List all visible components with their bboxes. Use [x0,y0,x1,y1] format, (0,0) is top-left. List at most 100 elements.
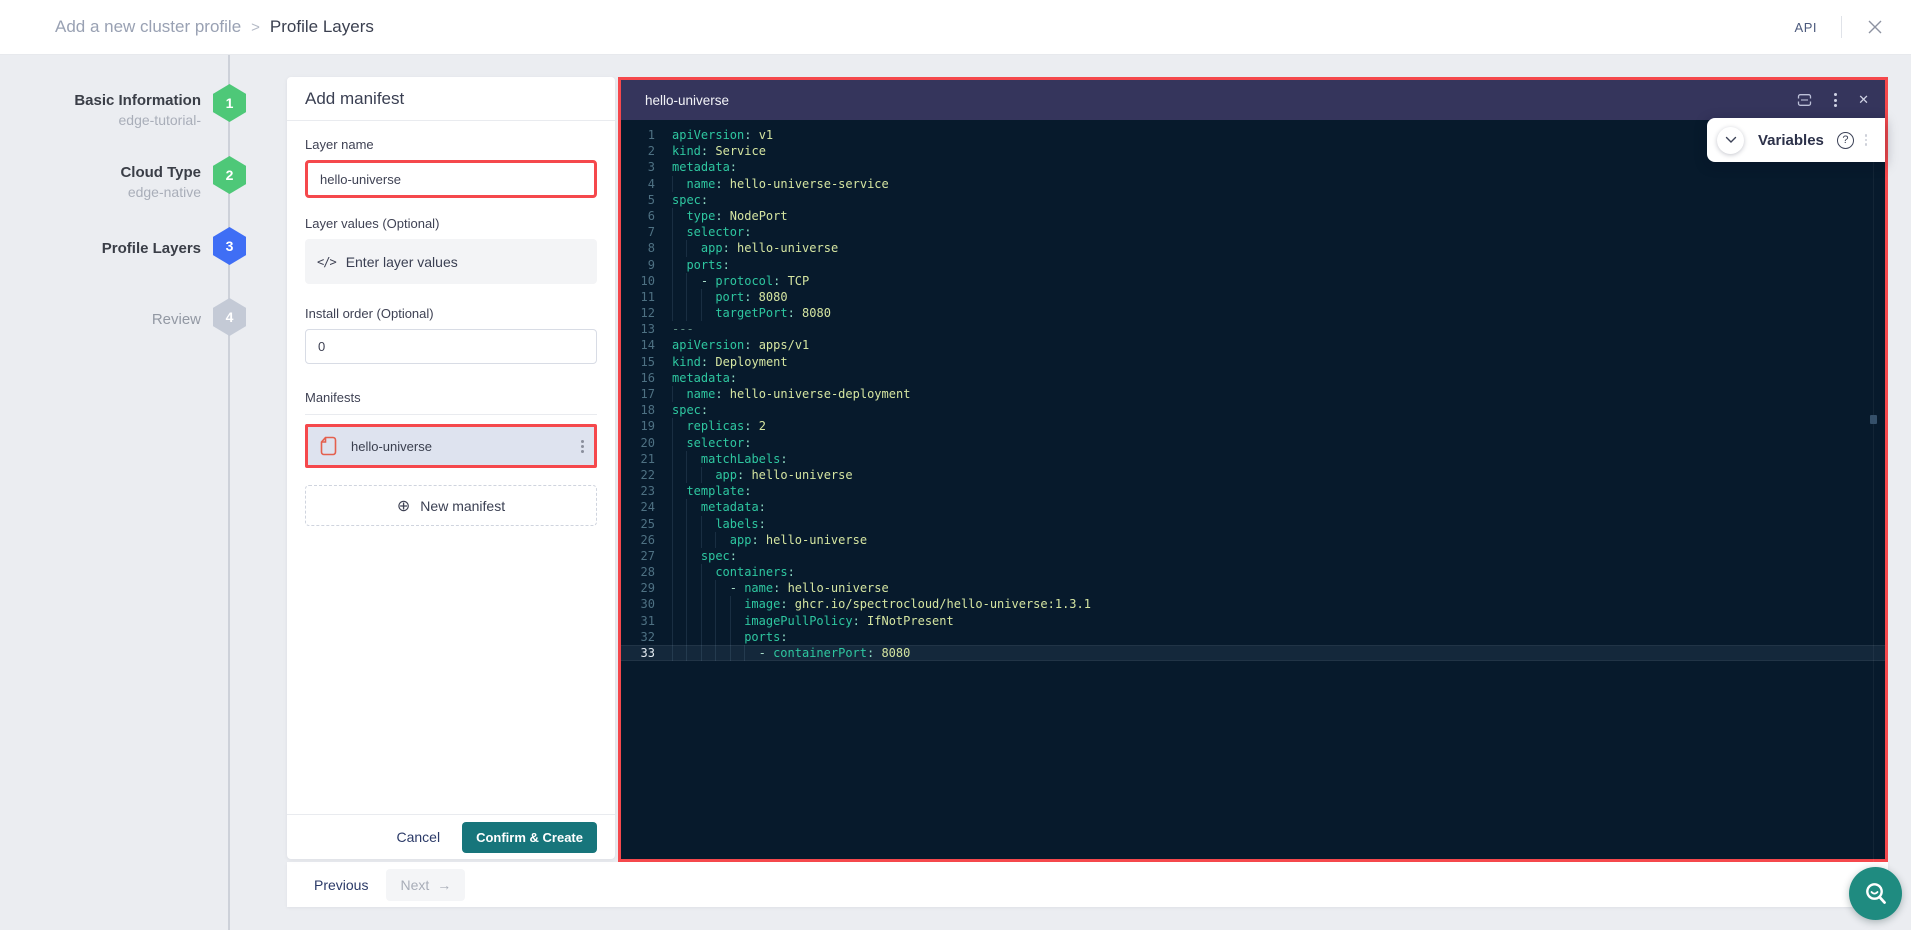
variables-help-icon[interactable]: ? [1837,132,1854,149]
code-line[interactable]: 2kind: Service [621,143,1885,159]
editor-scrollbar-track [1873,120,1874,862]
editor-close-icon[interactable]: ✕ [1858,92,1869,108]
line-number: 30 [621,596,655,612]
arrow-right-icon: → [437,877,451,893]
code-line[interactable]: 11 port: 8080 [621,289,1885,305]
code-line[interactable]: 18spec: [621,402,1885,418]
editor-scrollbar-thumb[interactable] [1870,415,1877,424]
install-order-label: Install order (Optional) [305,306,597,321]
install-order-input[interactable] [305,329,597,364]
line-number: 26 [621,532,655,548]
code-line[interactable]: 30 image: ghcr.io/spectrocloud/hello-uni… [621,596,1885,612]
line-number: 9 [621,257,655,273]
breadcrumb-separator-icon: > [251,19,260,36]
line-number: 5 [621,192,655,208]
code-line[interactable]: 16metadata: [621,370,1885,386]
line-number: 25 [621,516,655,532]
editor-menu-kebab-icon[interactable] [1834,93,1837,107]
next-label: Next [400,877,429,893]
panel-title: Add manifest [287,77,615,121]
breadcrumb-current: Profile Layers [270,17,374,37]
line-number: 15 [621,354,655,370]
header-divider [1841,16,1842,38]
manifest-item[interactable]: hello-universe [305,424,597,468]
code-line[interactable]: 20 selector: [621,435,1885,451]
api-toggle[interactable]: API [1795,20,1817,35]
code-line[interactable]: 33 - containerPort: 8080 [621,645,1885,661]
new-manifest-button[interactable]: ⊕ New manifest [305,485,597,526]
code-line[interactable]: 25 labels: [621,516,1885,532]
code-line[interactable]: 19 replicas: 2 [621,418,1885,434]
variables-collapse-chevron-icon[interactable] [1717,127,1744,154]
code-line[interactable]: 12 targetPort: 8080 [621,305,1885,321]
code-line[interactable]: 15kind: Deployment [621,354,1885,370]
code-line[interactable]: 10 - protocol: TCP [621,273,1885,289]
code-line[interactable]: 5spec: [621,192,1885,208]
step-number-badge: 3 [213,227,246,265]
code-line[interactable]: 24 metadata: [621,499,1885,515]
code-line[interactable]: 17 name: hello-universe-deployment [621,386,1885,402]
code-line[interactable]: 23 template: [621,483,1885,499]
code-line[interactable]: 27 spec: [621,548,1885,564]
manifest-name: hello-universe [351,439,432,454]
code-line[interactable]: 4 name: hello-universe-service [621,176,1885,192]
line-number: 10 [621,273,655,289]
collapse-panel-icon[interactable] [1796,93,1813,107]
yaml-code-area[interactable]: 1apiVersion: v12kind: Service3metadata:4… [621,120,1885,862]
line-number: 20 [621,435,655,451]
manifest-code-editor: hello-universe ✕ 1apiVersion: v12kind: S… [618,77,1888,862]
next-button[interactable]: Next → [386,869,465,901]
line-number: 19 [621,418,655,434]
code-line[interactable]: 29 - name: hello-universe [621,580,1885,596]
code-line[interactable]: 26 app: hello-universe [621,532,1885,548]
close-icon[interactable] [1866,18,1884,36]
plus-circle-icon: ⊕ [397,496,410,516]
wizard-nav-bar: Previous Next → [287,862,1888,907]
manifests-label: Manifests [305,390,597,405]
code-line[interactable]: 6 type: NodePort [621,208,1885,224]
breadcrumb: Add a new cluster profile > Profile Laye… [55,17,374,37]
step-sublabel: edge-tutorial- [11,111,201,130]
code-line[interactable]: 8 app: hello-universe [621,240,1885,256]
editor-title: hello-universe [645,93,729,108]
code-line[interactable]: 1apiVersion: v1 [621,127,1885,143]
confirm-create-button[interactable]: Confirm & Create [462,822,597,853]
manifest-panel-footer: Cancel Confirm & Create [287,814,615,859]
code-line[interactable]: 21 matchLabels: [621,451,1885,467]
layer-name-input[interactable] [305,160,597,198]
code-line[interactable]: 13--- [621,321,1885,337]
variables-kebab-icon[interactable] [1865,134,1868,146]
line-number: 32 [621,629,655,645]
code-line[interactable]: 3metadata: [621,159,1885,175]
enter-layer-values-button[interactable]: </> Enter layer values [305,239,597,284]
code-line[interactable]: 9 ports: [621,257,1885,273]
step-number-badge: 4 [213,298,246,336]
line-number: 11 [621,289,655,305]
code-line[interactable]: 14apiVersion: apps/v1 [621,337,1885,353]
enter-layer-values-label: Enter layer values [346,254,458,270]
previous-button[interactable]: Previous [314,877,368,893]
code-line[interactable]: 28 containers: [621,564,1885,580]
line-number: 22 [621,467,655,483]
code-line[interactable]: 31 imagePullPolicy: IfNotPresent [621,613,1885,629]
variables-label: Variables [1758,132,1824,149]
line-number: 4 [621,176,655,192]
line-number: 2 [621,143,655,159]
line-number: 24 [621,499,655,515]
line-number: 23 [621,483,655,499]
line-number: 21 [621,451,655,467]
header-actions: API [1795,16,1884,38]
manifest-list: hello-universe [305,424,597,468]
step-label: Profile Layers [11,239,201,259]
help-search-fab[interactable] [1849,867,1902,920]
code-line[interactable]: 7 selector: [621,224,1885,240]
line-number: 7 [621,224,655,240]
line-number: 13 [621,321,655,337]
manifest-kebab-icon[interactable] [581,440,584,453]
step-label: Basic Information [11,91,201,111]
manifest-file-icon [320,436,337,456]
code-line[interactable]: 32 ports: [621,629,1885,645]
breadcrumb-parent[interactable]: Add a new cluster profile [55,17,241,37]
cancel-button[interactable]: Cancel [396,829,440,845]
code-line[interactable]: 22 app: hello-universe [621,467,1885,483]
